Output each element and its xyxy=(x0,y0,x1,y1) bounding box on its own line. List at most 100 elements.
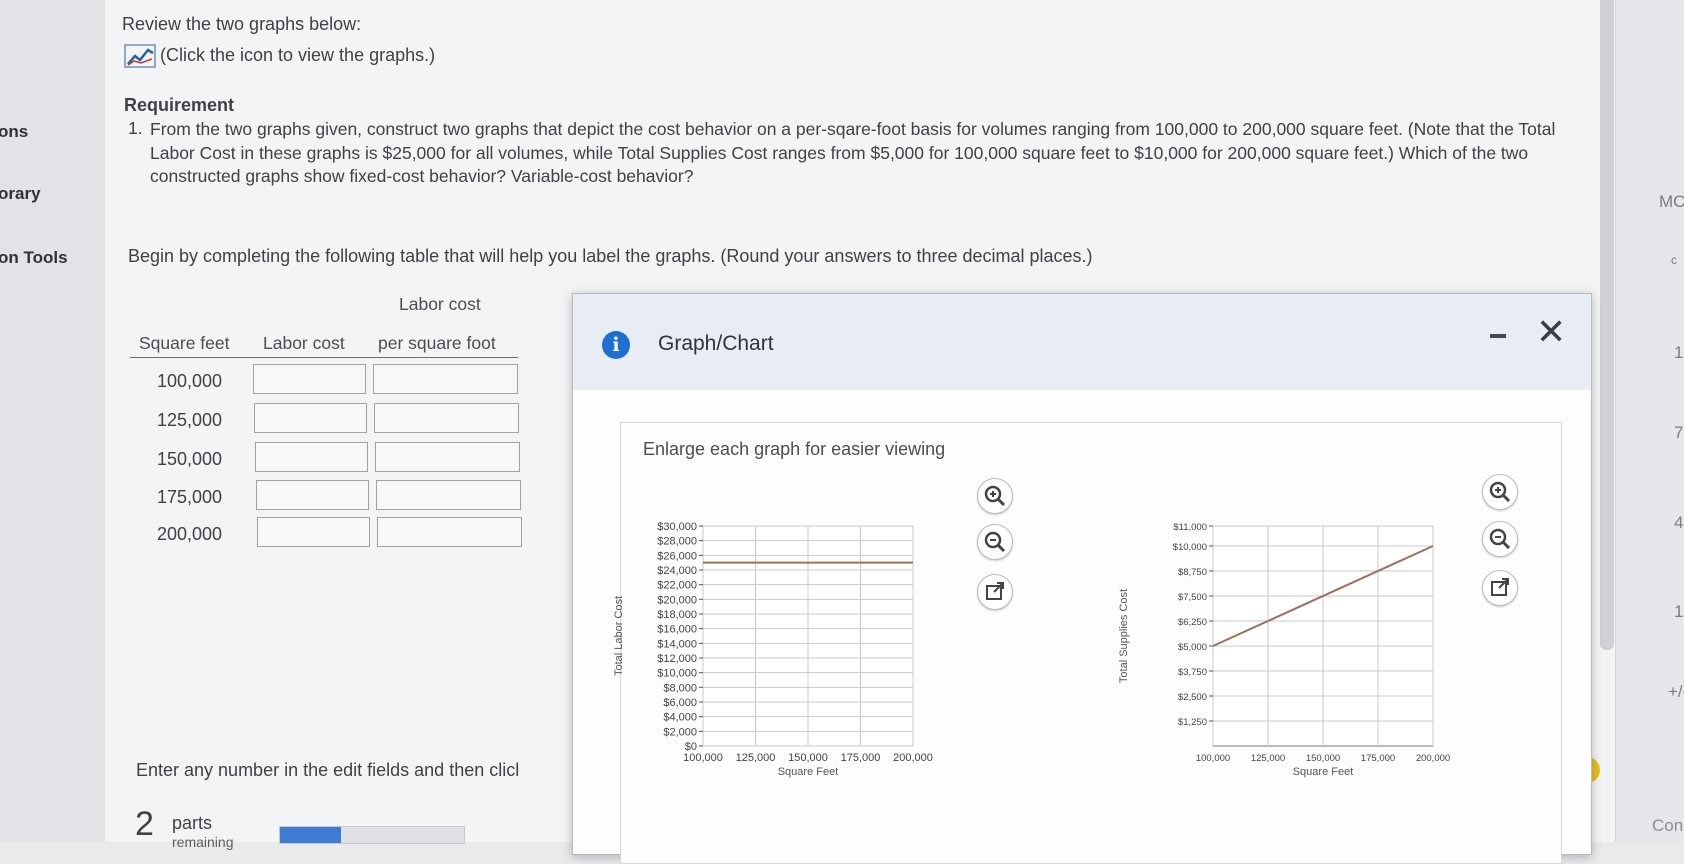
table-row-label: 150,000 xyxy=(157,449,223,469)
instruction-text: Begin by completing the following table … xyxy=(128,246,1093,266)
requirement-title: Requirement xyxy=(124,95,235,115)
requirement-text: From the two graphs given, construct two… xyxy=(150,119,1556,186)
zoom-in-button[interactable] xyxy=(977,478,1013,514)
view-graphs-link[interactable]: (Click the icon to view the graphs.) xyxy=(160,45,435,66)
info-icon: i xyxy=(602,331,630,359)
close-button[interactable]: ✕ xyxy=(1536,312,1566,353)
graph-chart-dialog: i Graph/Chart ✕ Enlarge each graph for e… xyxy=(572,293,1592,864)
right-rail-label: 1 xyxy=(1674,602,1684,621)
right-rail: MC c 1 7 4 1 +/- xyxy=(1615,0,1684,842)
right-rail-label: 7 xyxy=(1674,423,1684,442)
y-tick-label: $8,000 xyxy=(663,682,697,694)
labor-cost-input-1[interactable] xyxy=(253,364,366,394)
table-group-header: Labor cost xyxy=(399,294,481,314)
right-rail-label: +/- xyxy=(1668,682,1684,701)
labor-cost-input-3[interactable] xyxy=(255,442,368,472)
progress-fill xyxy=(280,827,341,843)
zoom-in-icon xyxy=(984,485,1006,507)
labor-cost-chart: $0$2,000$4,000$6,000$8,000$10,000$12,000… xyxy=(613,521,933,778)
labor-cost-input-4[interactable] xyxy=(256,480,369,510)
y-tick-label: $18,000 xyxy=(657,609,697,621)
zoom-out-button[interactable] xyxy=(1482,521,1518,557)
x-tick-label: 125,000 xyxy=(736,752,776,764)
external-link-icon xyxy=(1491,578,1509,596)
table-row-label: 200,000 xyxy=(157,524,223,544)
parts-remaining-count: 2 xyxy=(135,805,154,843)
x-tick-label: 100,000 xyxy=(683,752,723,764)
left-rail: ons orary on Tools xyxy=(0,0,105,842)
y-tick-label: $2,000 xyxy=(663,726,697,738)
y-axis-label: Total Supplies Cost xyxy=(1118,589,1130,683)
zoom-out-button[interactable] xyxy=(977,524,1013,560)
enlarge-hint: Enlarge each graph for easier viewing xyxy=(643,439,946,459)
y-tick-label: $30,000 xyxy=(657,521,697,533)
y-tick-label: $8,750 xyxy=(1178,567,1207,578)
line-chart-icon[interactable] xyxy=(124,44,156,68)
rail-item-tools[interactable]: on Tools xyxy=(0,248,68,268)
zoom-in-button[interactable] xyxy=(1482,474,1518,510)
scrollbar-thumb[interactable] xyxy=(1600,0,1614,650)
rail-item-questions[interactable]: ons xyxy=(0,122,28,142)
parts-label: parts xyxy=(172,813,213,833)
right-rail-label: 4 xyxy=(1674,513,1684,532)
dialog-title: Graph/Chart xyxy=(658,332,774,355)
table-header-per-square-foot: per square foot xyxy=(378,333,496,353)
dialog-header: i Graph/Chart ✕ xyxy=(573,294,1591,390)
right-rail-label: MC xyxy=(1659,192,1684,211)
external-link-icon xyxy=(986,582,1004,600)
continue-link[interactable]: Con xyxy=(1652,816,1683,836)
y-tick-label: $16,000 xyxy=(657,624,697,636)
y-tick-label: $1,250 xyxy=(1178,717,1207,728)
x-tick-label: 175,000 xyxy=(1361,753,1395,764)
y-tick-label: $20,000 xyxy=(657,594,697,606)
y-tick-label: $14,000 xyxy=(657,638,697,650)
y-tick-label: $7,500 xyxy=(1178,592,1207,603)
per-sqft-input-1[interactable] xyxy=(373,364,518,394)
x-tick-label: 125,000 xyxy=(1251,753,1285,764)
y-tick-label: $24,000 xyxy=(657,565,697,577)
y-tick-label: $6,250 xyxy=(1178,617,1207,628)
x-axis-label: Square Feet xyxy=(778,766,839,778)
parts-progress-bar xyxy=(279,826,465,844)
right-rail-label: c xyxy=(1671,253,1677,267)
y-tick-label: $10,000 xyxy=(657,668,697,680)
minimize-button[interactable] xyxy=(1490,334,1506,338)
y-tick-label: $28,000 xyxy=(657,536,697,548)
x-tick-label: 200,000 xyxy=(893,752,933,764)
table-header-labor-cost: Labor cost xyxy=(263,333,345,353)
open-in-new-window-button[interactable] xyxy=(1482,570,1518,606)
labor-cost-input-2[interactable] xyxy=(254,403,367,433)
x-tick-label: 150,000 xyxy=(1306,753,1340,764)
table-row-label: 175,000 xyxy=(157,487,223,507)
per-sqft-input-3[interactable] xyxy=(375,442,520,472)
y-tick-label: $10,000 xyxy=(1173,542,1207,553)
table-header-square-feet: Square feet xyxy=(139,333,230,353)
zoom-out-icon xyxy=(984,531,1006,553)
y-tick-label: $12,000 xyxy=(657,653,697,665)
y-tick-label: $6,000 xyxy=(663,697,697,709)
zoom-in-icon xyxy=(1489,481,1511,503)
per-sqft-input-5[interactable] xyxy=(377,517,522,547)
zoom-out-icon xyxy=(1489,528,1511,550)
y-tick-label: $11,000 xyxy=(1173,522,1207,533)
table-row-label: 100,000 xyxy=(157,371,223,391)
rail-item-library[interactable]: orary xyxy=(0,184,41,204)
y-tick-label: $4,000 xyxy=(663,712,697,724)
y-tick-label: $2,500 xyxy=(1178,692,1207,703)
enter-instructions: Enter any number in the edit fields and … xyxy=(136,760,520,780)
x-axis-label: Square Feet xyxy=(1293,766,1354,778)
x-tick-label: 150,000 xyxy=(788,752,828,764)
per-sqft-input-4[interactable] xyxy=(376,480,521,510)
x-tick-label: 100,000 xyxy=(1196,753,1230,764)
review-text: Review the two graphs below: xyxy=(122,14,362,34)
supplies-cost-chart: $1,250 $2,500 $3,750 $5,000 $6,250 $7,500 $8,7… xyxy=(1118,522,1450,778)
right-rail-label: 1 xyxy=(1674,343,1684,362)
requirement-number: 1. xyxy=(128,118,143,138)
y-tick-label: $26,000 xyxy=(657,550,697,562)
table-header-divider xyxy=(130,357,518,358)
per-sqft-input-2[interactable] xyxy=(374,403,519,433)
y-axis-label: Total Labor Cost xyxy=(613,596,625,676)
parts-remaining-label: remaining xyxy=(172,834,234,850)
open-in-new-window-button[interactable] xyxy=(977,574,1013,610)
labor-cost-input-5[interactable] xyxy=(257,517,370,547)
